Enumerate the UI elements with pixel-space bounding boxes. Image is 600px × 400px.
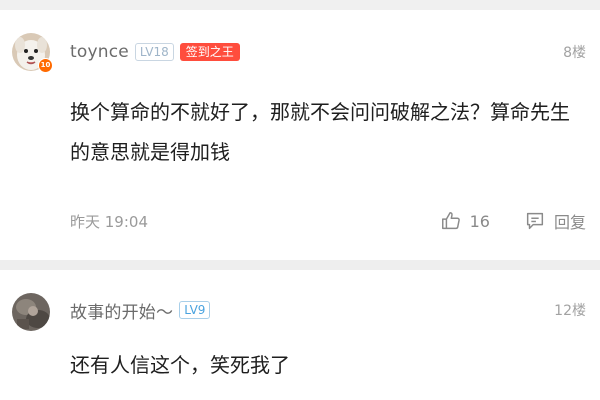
comment-actions: 16 回复 bbox=[440, 209, 586, 233]
username[interactable]: toynce bbox=[70, 42, 129, 62]
thumbs-up-icon bbox=[441, 212, 460, 230]
like-button[interactable]: 16 bbox=[440, 210, 490, 232]
comment-item: 故事的开始～ LV9 12楼 还有人信这个，笑死我了 bbox=[0, 270, 600, 400]
reply-button[interactable]: 回复 bbox=[524, 209, 586, 233]
comment-footer: 昨天 19:04 16 回复 bbox=[70, 207, 586, 235]
comment-item: 10 toynce LV18 签到之王 8楼 换个算命的不就好了，那就不会问问破… bbox=[0, 10, 600, 260]
photo-avatar-icon bbox=[12, 293, 50, 331]
level-badge: LV9 bbox=[179, 301, 211, 319]
avatar[interactable]: 10 bbox=[12, 33, 53, 73]
avatar[interactable] bbox=[12, 293, 50, 331]
comment-header: 故事的开始～ LV9 12楼 bbox=[70, 298, 586, 323]
comment-text: 还有人信这个，笑死我了 bbox=[70, 353, 290, 377]
comment-time: 昨天 19:04 bbox=[70, 212, 148, 231]
comment-header: toynce LV18 签到之王 8楼 bbox=[70, 40, 586, 64]
comment-icon bbox=[526, 212, 544, 230]
divider bbox=[0, 260, 600, 270]
level-badge: LV18 bbox=[134, 43, 174, 61]
reply-label: 回复 bbox=[553, 213, 586, 232]
floor-number: 8楼 bbox=[563, 45, 586, 61]
like-count: 16 bbox=[469, 211, 490, 231]
title-badge: 签到之王 bbox=[179, 43, 240, 61]
top-strip bbox=[0, 0, 600, 10]
username[interactable]: 故事的开始～ bbox=[70, 298, 173, 323]
floor-number: 12楼 bbox=[554, 303, 586, 319]
comment-text: 换个算命的不就好了，那就不会问问破解之法？算命先生的意思就是得加钱 bbox=[70, 100, 570, 164]
avatar-level-badge: 10 bbox=[38, 58, 53, 73]
